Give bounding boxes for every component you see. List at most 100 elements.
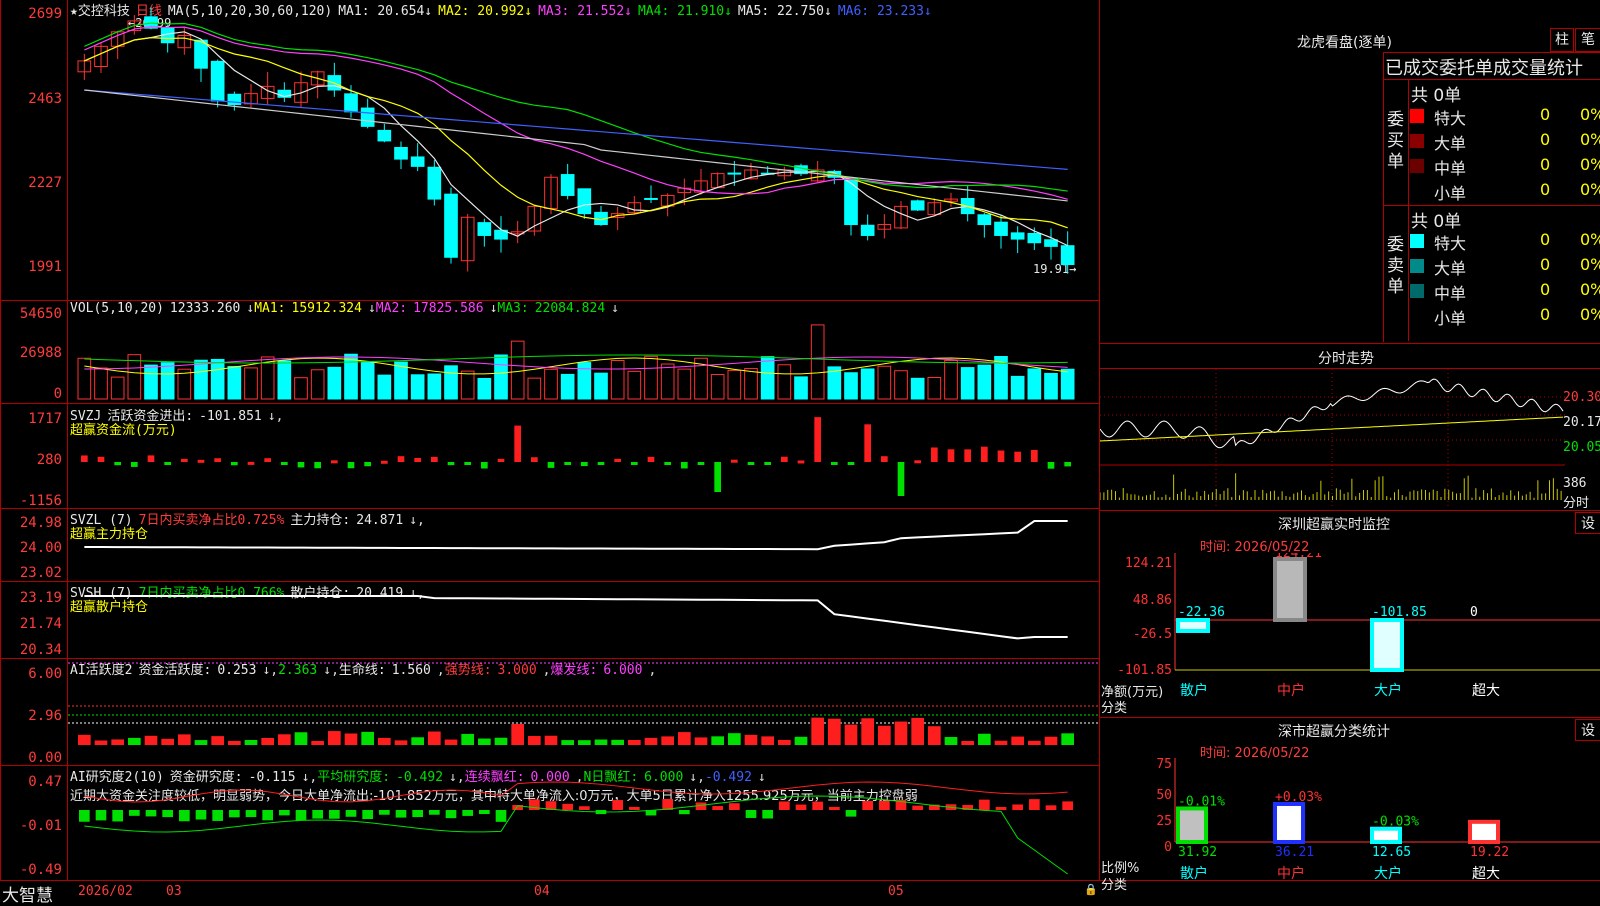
research-bar: [295, 810, 307, 821]
activity-bar: [1028, 740, 1041, 745]
research-chart[interactable]: [68, 766, 1099, 880]
volume-bar: [677, 368, 692, 400]
activity-bar: [844, 724, 858, 745]
ratio-bar: [1468, 819, 1500, 844]
net-value-label: -101.85: [1372, 605, 1427, 620]
flow-bar: [214, 458, 221, 462]
activity-bar: [661, 736, 674, 745]
flow-bar: [631, 462, 638, 465]
flow-bar: [247, 461, 255, 465]
fund-flow-chart[interactable]: [68, 404, 1099, 508]
main-holding-chart[interactable]: [68, 509, 1099, 581]
activity-bar: [444, 739, 458, 745]
stats-settings-button[interactable]: 设: [1575, 719, 1600, 741]
flow-bar: [864, 424, 871, 462]
flow-bar: [881, 456, 888, 462]
bar-mode-button[interactable]: 柱: [1550, 28, 1574, 52]
row-label: 特大: [1434, 109, 1467, 128]
flow-bar: [964, 449, 971, 462]
activity-bar: [278, 734, 291, 745]
flow-bar: [497, 458, 505, 462]
activity-bar: [544, 735, 558, 745]
flow-bar: [531, 457, 538, 462]
retail-holding-chart[interactable]: [68, 582, 1099, 658]
row-percent: 0%: [1580, 130, 1600, 149]
candlestick-chart[interactable]: [68, 0, 1099, 300]
y-tick: 54650: [19, 306, 62, 322]
volume-bar: [544, 368, 558, 400]
research-line: [84, 781, 1068, 803]
stats-y-tick: 50: [1156, 788, 1172, 803]
volume-bar: [477, 377, 492, 400]
research-bar: [229, 810, 240, 818]
flow-bar: [264, 458, 271, 462]
row-count: 0: [1540, 155, 1551, 174]
research-bar: [429, 810, 440, 815]
row-label: 小单: [1434, 309, 1467, 328]
activity-bar: [244, 740, 258, 745]
flow-bar: [331, 460, 338, 464]
ratio-value-label: 36.21: [1275, 845, 1314, 860]
activity-bar: [994, 740, 1008, 745]
lock-icon[interactable]: 🔒: [1084, 883, 1098, 896]
volume-bar: [94, 367, 108, 400]
ratio-chart[interactable]: 75 50 25 0 -0.01% +0.03% -0.03% 31.92 36.21 12.65…: [1100, 758, 1600, 900]
flow-bar: [564, 462, 571, 465]
research-bar: [245, 810, 257, 818]
net-amount-chart[interactable]: 124.21 48.86 -26.5 -101.85 -22.36 124.21 -101.…: [1100, 553, 1600, 713]
volume-bar: [877, 365, 892, 400]
flow-bar: [697, 462, 705, 465]
intraday-chart[interactable]: [1100, 369, 1600, 509]
activity-bar: [394, 740, 408, 745]
sell-side-label: 委卖单: [1387, 235, 1404, 297]
ma4-line: [84, 22, 1068, 192]
ratio-value-label: 19.22: [1470, 845, 1509, 860]
research-bar: [462, 810, 473, 816]
research-bar: [212, 810, 223, 821]
flow-bar: [614, 458, 621, 462]
ma2-line: [84, 37, 1068, 229]
activity-bar: [528, 736, 541, 745]
research-bar: [1062, 801, 1073, 810]
flow-bar: [81, 455, 88, 462]
volume-chart[interactable]: [68, 301, 1099, 403]
main-holding-line: [84, 520, 1068, 551]
activity-bar: [944, 737, 958, 745]
volume-bar: [977, 364, 992, 400]
monitor-settings-button[interactable]: 设: [1575, 512, 1600, 534]
y-tick: 24.00: [19, 540, 62, 556]
volume-bar: [760, 356, 775, 400]
activity-bar: [194, 740, 208, 745]
ratio-change-label: -0.03%: [1372, 815, 1419, 830]
activity-bar: [311, 740, 324, 745]
volume-bar: [77, 357, 92, 400]
research-bar: [1029, 799, 1040, 810]
volume-bar: [577, 362, 592, 400]
flow-bar: [431, 456, 438, 462]
candle: [860, 224, 875, 236]
volume-bar: [594, 372, 608, 400]
tick-mode-button[interactable]: 笔: [1575, 28, 1600, 52]
category-label: 中户: [1277, 682, 1305, 699]
row-count: 0: [1540, 305, 1551, 324]
color-swatch: [1410, 184, 1424, 198]
activity-bar: [878, 725, 891, 745]
volume-bar: [727, 369, 742, 400]
volume-bar: [310, 369, 325, 400]
research-bar: [129, 810, 140, 816]
research-bar: [412, 810, 423, 818]
activity-bar: [961, 740, 974, 745]
category-label: 散户: [1180, 865, 1208, 882]
research-bar: [829, 806, 840, 810]
activity-chart[interactable]: [68, 659, 1099, 765]
activity-bar: [344, 733, 358, 745]
research-bar: [795, 804, 807, 810]
volume-bar: [494, 354, 508, 400]
monitor-y-tick: -101.85: [1117, 663, 1172, 678]
activity-bar: [894, 721, 908, 745]
research-bar: [279, 810, 290, 816]
flow-bar: [181, 458, 188, 462]
activity-bar: [144, 735, 158, 745]
flow-bar: [464, 462, 471, 465]
research-bar: [845, 810, 857, 817]
